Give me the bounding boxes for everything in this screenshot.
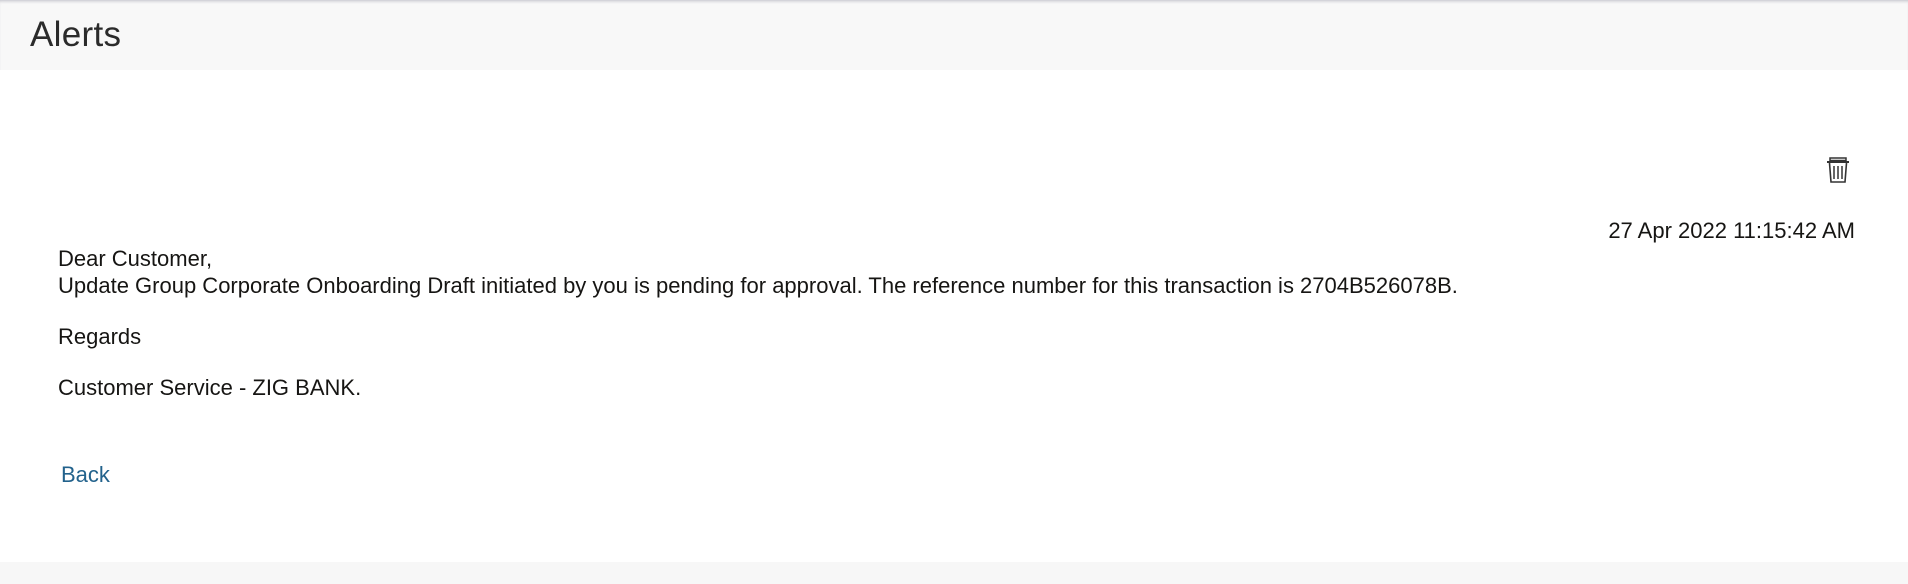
alert-signature: Customer Service - ZIG BANK.: [58, 375, 362, 400]
alert-body: Update Group Corporate Onboarding Draft …: [58, 273, 1458, 298]
trash-icon: [1827, 157, 1849, 183]
alert-greeting: Dear Customer,: [58, 246, 213, 271]
alert-message: Dear Customer, Update Group Corporate On…: [58, 245, 1458, 401]
delete-alert-button[interactable]: [1823, 155, 1853, 185]
alert-timestamp: 27 Apr 2022 11:15:42 AM: [1608, 218, 1855, 243]
page-header: Alerts: [0, 0, 1908, 70]
page-title: Alerts: [30, 15, 122, 54]
footer-strip: [0, 562, 1908, 584]
back-link[interactable]: Back: [61, 462, 110, 488]
alert-detail-page: Alerts 27 Apr 2022 11:15:42 AM Dear Cust…: [0, 0, 1908, 584]
alert-closing: Regards: [58, 324, 142, 349]
